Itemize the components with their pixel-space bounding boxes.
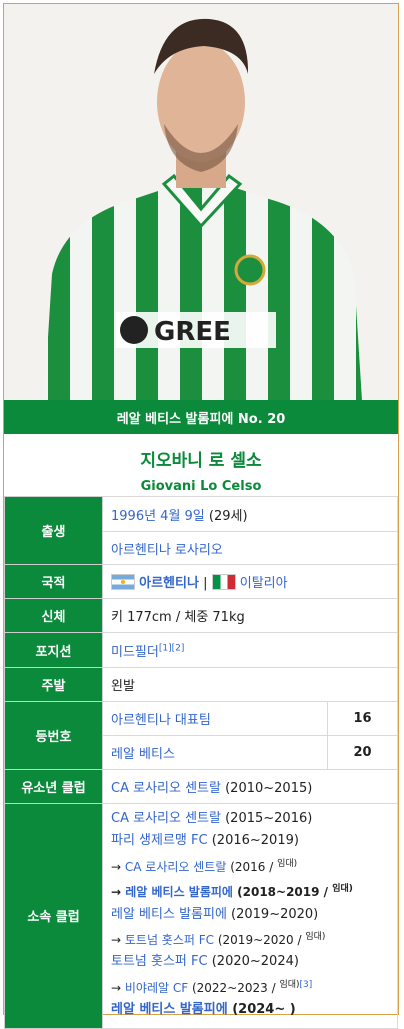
national-team-link[interactable]: 아르헨티나 대표팀 [111, 713, 211, 728]
youth-years: (2010~2015) [225, 781, 313, 796]
club-years: (2018~2019 / [237, 885, 329, 900]
club-link[interactable]: 레알 베티스 발롬피에 [111, 1002, 228, 1017]
info-table: 출생 1996년 4월 9일 (29세) 아르헨티나 로사리오 국적 아르헨티나… [4, 496, 399, 1029]
club-years: (2015~2016) [225, 811, 313, 826]
number-row-national: 등번호 아르헨티나 대표팀 16 [4, 701, 399, 770]
position-row: 포지션 미드필더[1][2] [4, 632, 398, 668]
foot-value: 왼발 [102, 667, 398, 702]
clubs-label: 소속 클럽 [4, 803, 103, 1029]
birth-date-link[interactable]: 1996년 4월 9일 [111, 509, 205, 524]
player-name-english: Giovani Lo Celso [140, 479, 262, 494]
player-name-korean: 지오바니 로 셀소 [140, 451, 262, 471]
club-years: (2016 / [230, 859, 274, 874]
birth-place-link[interactable]: 아르헨티나 로사리오 [111, 543, 223, 558]
position-reference[interactable]: [1][2] [159, 643, 185, 653]
loan-arrow: → [111, 859, 125, 874]
national-team-number: 16 [326, 701, 399, 736]
loan-note: 임대) [277, 858, 298, 869]
club-item-current: 레알 베티스 발롬피에 (2024~ ) [111, 999, 389, 1021]
club-item: 레알 베티스 발롬피에 (2019~2020) [111, 904, 389, 926]
club-team-link[interactable]: 레알 베티스 [111, 747, 175, 762]
loan-arrow: → [111, 980, 125, 995]
argentina-flag-icon [111, 574, 135, 590]
team-number-banner: 레알 베티스 발롬피에 No. 20 [4, 400, 398, 434]
birth-label: 출생 [4, 496, 103, 565]
loan-arrow: → [111, 885, 126, 900]
birth-age: (29세) [208, 508, 248, 524]
clubs-row: 소속 클럽 CA 로사리오 센트랄 (2015~2016) 파리 생제르맹 FC… [4, 803, 398, 1029]
club-link[interactable]: 파리 생제르맹 FC [111, 833, 208, 848]
club-reference[interactable]: [3] [300, 980, 313, 990]
nationality-argentina-link[interactable]: 아르헨티나 [139, 576, 199, 591]
position-link[interactable]: 미드필더 [111, 645, 159, 660]
youth-label: 유소년 클럽 [4, 769, 103, 804]
loan-note: 임대) [279, 979, 300, 990]
club-years: (2020~2024) [211, 954, 299, 970]
number-label: 등번호 [4, 701, 103, 770]
club-years: (2016~2019) [211, 833, 299, 849]
svg-text:GREE: GREE [154, 317, 231, 347]
club-item-loan: → 토트넘 홋스퍼 FC (2019~2020 / 임대) [111, 926, 389, 951]
player-photo[interactable]: GREE [4, 4, 398, 400]
youth-club-link[interactable]: CA 로사리오 센트랄 [111, 781, 221, 796]
club-link[interactable]: 토트넘 홋스퍼 FC [125, 933, 214, 947]
nationality-separator: | [203, 576, 208, 591]
loan-note: 임대) [332, 884, 353, 895]
club-link[interactable]: CA 로사리오 센트랄 [125, 860, 227, 874]
nationality-label: 국적 [4, 564, 103, 599]
birth-date-cell: 1996년 4월 9일 (29세) [102, 496, 398, 532]
club-item-loan: → CA 로사리오 센트랄 (2016 / 임대) [111, 853, 389, 878]
italy-flag-icon [211, 574, 236, 590]
youth-row: 유소년 클럽 CA 로사리오 센트랄 (2010~2015) [4, 769, 398, 804]
nationality-cell: 아르헨티나 | 이탈리아 [102, 564, 398, 599]
club-link[interactable]: CA 로사리오 센트랄 [111, 811, 221, 826]
foot-label: 주발 [4, 667, 103, 702]
club-years: (2019~2020 / [217, 933, 302, 948]
club-link[interactable]: 레알 베티스 발롬피에 [111, 907, 227, 922]
club-team-number: 20 [326, 735, 399, 770]
club-link[interactable]: 토트넘 홋스퍼 FC [111, 954, 208, 969]
club-link[interactable]: 비야레알 CF [125, 981, 188, 995]
club-years: (2019~2020) [231, 906, 319, 922]
clubs-list: CA 로사리오 센트랄 (2015~2016) 파리 생제르맹 FC (2016… [102, 803, 398, 1029]
club-item: 토트넘 홋스퍼 FC (2020~2024) [111, 951, 389, 973]
birth-row: 출생 1996년 4월 9일 (29세) [4, 496, 398, 565]
nationality-italy-link[interactable]: 이탈리아 [240, 576, 288, 591]
position-label: 포지션 [4, 632, 103, 668]
player-name-block: 지오바니 로 셀소 Giovani Lo Celso [4, 434, 398, 496]
loan-note: 임대) [305, 932, 326, 943]
club-item: 파리 생제르맹 FC (2016~2019) [111, 830, 389, 852]
club-item: CA 로사리오 센트랄 (2015~2016) [111, 808, 389, 830]
body-label: 신체 [4, 598, 103, 633]
nationality-row: 국적 아르헨티나 | 이탈리아 [4, 564, 398, 599]
player-photo-image: GREE [4, 4, 398, 400]
foot-row: 주발 왼발 [4, 667, 398, 702]
club-item-loan: → 레알 베티스 발롬피에 (2018~2019 / 임대) [111, 878, 389, 903]
body-row: 신체 키 177cm / 체중 71kg [4, 598, 398, 633]
loan-arrow: → [111, 933, 125, 948]
club-years: (2024~ ) [232, 1002, 296, 1018]
infobox: GREE 레알 베티스 발롬피에 No. 20 지오바니 로 셀소 Giovan… [3, 3, 399, 1029]
club-years: (2022~2023 / [191, 980, 276, 995]
body-value: 키 177cm / 체중 71kg [102, 598, 398, 633]
club-item-loan: → 비야레알 CF (2022~2023 / 임대)[3] [111, 974, 389, 999]
club-link[interactable]: 레알 베티스 발롬피에 [125, 885, 233, 899]
